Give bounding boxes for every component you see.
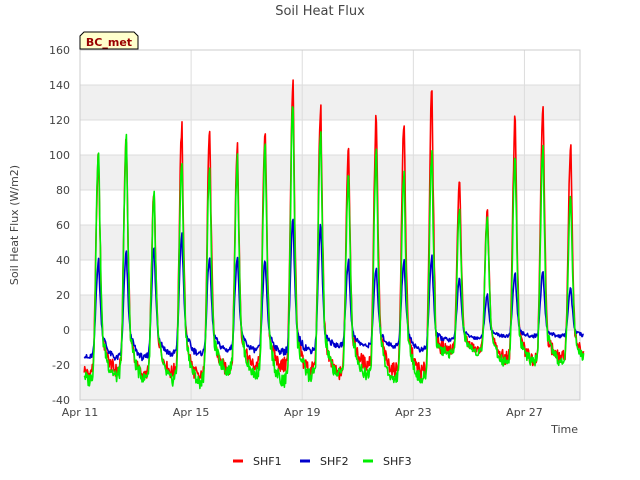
legend-label-shf2: SHF2 [320,455,349,468]
x-axis-label: Time [550,423,578,436]
y-tick-label: 80 [56,184,70,197]
site-label-badge: BC_met [79,31,139,50]
legend-label-shf3: SHF3 [383,455,412,468]
x-tick-label: Apr 23 [395,406,432,419]
background-band [80,85,580,120]
x-tick-label: Apr 19 [284,406,321,419]
y-tick-label: 40 [56,254,70,267]
site-label-text: BC_met [86,36,132,49]
soil-heat-flux-chart: -40-20020406080100120140160 Apr 11 Apr 15… [0,0,640,480]
background-band [80,365,580,400]
y-tick-label: -20 [52,359,70,372]
y-tick-label: 20 [56,289,70,302]
x-tick-label: Apr 15 [173,406,210,419]
background-band [80,295,580,330]
y-tick-label: 100 [49,149,70,162]
y-tick-label: 120 [49,114,70,127]
background-band [80,155,580,190]
y-tick-label: 0 [63,324,70,337]
y-tick-label: 60 [56,219,70,232]
y-tick-label: 140 [49,79,70,92]
legend: SHF1 SHF2 SHF3 [233,455,412,468]
x-tick-label: Apr 11 [62,406,99,419]
chart-title: Soil Heat Flux [275,4,365,19]
legend-label-shf1: SHF1 [253,455,282,468]
x-tick-label: Apr 27 [506,406,543,419]
y-axis-label: Soil Heat Flux (W/m2) [8,165,21,285]
y-tick-label: 160 [49,44,70,57]
